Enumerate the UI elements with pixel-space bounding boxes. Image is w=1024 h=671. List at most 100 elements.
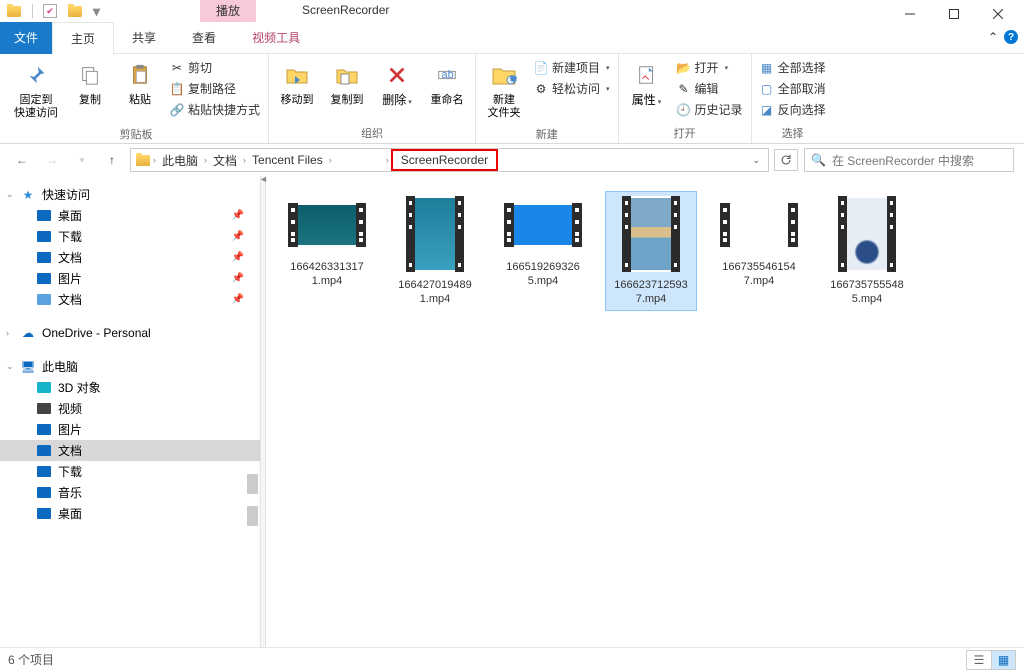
- sidebar-item[interactable]: 下载📌: [0, 226, 260, 247]
- details-view-button[interactable]: ☰: [967, 651, 991, 669]
- folder-icon: [135, 153, 151, 167]
- sidebar-item[interactable]: 文档📌: [0, 289, 260, 310]
- moveto-button[interactable]: 移动到: [273, 56, 321, 111]
- minimize-button[interactable]: [888, 0, 932, 28]
- copypath-button[interactable]: 📋复制路径: [166, 79, 264, 98]
- edit-button[interactable]: ✎编辑: [673, 79, 747, 98]
- crumb-thispc[interactable]: 此电脑: [158, 150, 202, 171]
- copyto-button[interactable]: 复制到: [323, 56, 371, 111]
- sidebar-item[interactable]: 桌面📌: [0, 205, 260, 226]
- crumb-hidden[interactable]: [334, 158, 384, 162]
- chevron-right-icon[interactable]: ›: [329, 155, 332, 165]
- sidebar-item[interactable]: 图片📌: [0, 268, 260, 289]
- tab-video-tools[interactable]: 视频工具: [234, 22, 318, 54]
- sidebar-item[interactable]: 视频: [0, 398, 260, 419]
- refresh-button[interactable]: [774, 149, 798, 171]
- pin-icon: 📌: [232, 231, 244, 242]
- item-count: 6 个项目: [8, 651, 54, 668]
- sidebar-item[interactable]: 3D 对象: [0, 377, 260, 398]
- sidebar-item[interactable]: 文档📌: [0, 247, 260, 268]
- history-button[interactable]: 🕘历史记录: [673, 100, 747, 119]
- pic-icon: [36, 423, 52, 437]
- delete-button[interactable]: 删除▾: [373, 56, 421, 113]
- address-dropdown-icon[interactable]: ⌄: [748, 155, 764, 166]
- paste-button[interactable]: 粘贴: [116, 56, 164, 111]
- easyaccess-icon: ⚙: [534, 82, 548, 96]
- maximize-button[interactable]: [932, 0, 976, 28]
- selectall-icon: ▦: [760, 61, 774, 75]
- address-bar[interactable]: › 此电脑 › 文档 › Tencent Files › › ScreenRec…: [130, 148, 769, 172]
- invert-button[interactable]: ◪反向选择: [756, 100, 830, 119]
- folder-icon[interactable]: [67, 4, 83, 18]
- file-item[interactable]: 1665192693265.mp4: [498, 192, 588, 310]
- up-button[interactable]: ↑: [100, 148, 124, 172]
- back-button[interactable]: ←: [10, 148, 34, 172]
- pin-label: 固定到 快速访问: [14, 94, 58, 120]
- edit-icon: ✎: [677, 82, 691, 96]
- chevron-right-icon[interactable]: ›: [204, 155, 207, 165]
- pin-icon: 📌: [232, 273, 244, 284]
- history-dropdown[interactable]: ▾: [70, 148, 94, 172]
- tab-share[interactable]: 共享: [114, 22, 174, 54]
- cut-button[interactable]: ✂剪切: [166, 58, 264, 77]
- file-name: 1667357555485.mp4: [826, 278, 908, 306]
- tab-file[interactable]: 文件: [0, 22, 52, 54]
- icons-view-button[interactable]: ▦: [991, 651, 1015, 669]
- selectnone-button[interactable]: ▢全部取消: [756, 79, 830, 98]
- qat-divider: [32, 4, 33, 18]
- crumb-documents[interactable]: 文档: [209, 150, 241, 171]
- sidebar-quickaccess[interactable]: ⌄★快速访问: [0, 184, 260, 205]
- crumb-tencent[interactable]: Tencent Files: [248, 151, 327, 169]
- tab-view[interactable]: 查看: [174, 22, 234, 54]
- cube-icon: [36, 381, 52, 395]
- help-icon[interactable]: ?: [1004, 30, 1018, 44]
- scroll-thumb[interactable]: [247, 474, 258, 494]
- file-name: 1667355461547.mp4: [718, 260, 800, 288]
- easyaccess-button[interactable]: ⚙轻松访问▾: [530, 79, 614, 98]
- chevron-right-icon[interactable]: ›: [243, 155, 246, 165]
- newitem-button[interactable]: 📄新建项目▾: [530, 58, 614, 77]
- file-thumbnail: [828, 196, 906, 272]
- sidebar-item[interactable]: 图片: [0, 419, 260, 440]
- file-list[interactable]: 1664263313171.mp4 1664270194891.mp4 1665…: [266, 176, 1024, 647]
- pane-splitter[interactable]: [260, 176, 266, 647]
- sidebar-thispc[interactable]: ⌄🖥此电脑: [0, 356, 260, 377]
- file-name: 1666237125937.mp4: [610, 278, 692, 306]
- close-button[interactable]: [976, 0, 1020, 28]
- copy-icon: [75, 60, 105, 90]
- pastelink-button[interactable]: 🔗粘贴快捷方式: [166, 100, 264, 119]
- selectall-button[interactable]: ▦全部选择: [756, 58, 830, 77]
- pin-icon: 📌: [232, 210, 244, 221]
- file-item[interactable]: 1666237125937.mp4: [606, 192, 696, 310]
- sidebar-scrollbar[interactable]: [245, 176, 260, 647]
- sidebar-item[interactable]: 文档: [0, 440, 260, 461]
- properties-button[interactable]: 属性▾: [623, 56, 671, 113]
- newfolder-button[interactable]: ✹ 新建 文件夹: [480, 56, 528, 124]
- file-item[interactable]: 1667355461547.mp4: [714, 192, 804, 310]
- crumb-screenrecorder[interactable]: ScreenRecorder: [391, 149, 498, 171]
- filedoc-icon: [36, 293, 52, 307]
- open-button[interactable]: 📂打开▾: [673, 58, 747, 77]
- file-item[interactable]: 1664270194891.mp4: [390, 192, 480, 310]
- sidebar-onedrive[interactable]: ›☁OneDrive - Personal: [0, 324, 260, 342]
- pin-quickaccess-button[interactable]: 固定到 快速访问: [8, 56, 64, 124]
- sidebar-item[interactable]: 音乐: [0, 482, 260, 503]
- scroll-thumb[interactable]: [247, 506, 258, 526]
- chevron-right-icon[interactable]: ›: [386, 155, 389, 165]
- pic-icon: [36, 272, 52, 286]
- sidebar-item[interactable]: 下载: [0, 461, 260, 482]
- chevron-right-icon[interactable]: ›: [153, 155, 156, 165]
- copy-button[interactable]: 复制: [66, 56, 114, 111]
- search-input[interactable]: 🔍 在 ScreenRecorder 中搜索: [804, 148, 1014, 172]
- delete-icon: [382, 60, 412, 90]
- qat-properties-icon[interactable]: [43, 4, 57, 18]
- rename-button[interactable]: ab 重命名: [423, 56, 471, 111]
- file-item[interactable]: 1664263313171.mp4: [282, 192, 372, 310]
- file-item[interactable]: 1667357555485.mp4: [822, 192, 912, 310]
- forward-button[interactable]: →: [40, 148, 64, 172]
- navigation-pane: ⌄★快速访问桌面📌下载📌文档📌图片📌文档📌›☁OneDrive - Person…: [0, 176, 260, 647]
- tab-home[interactable]: 主页: [52, 22, 114, 54]
- sidebar-item[interactable]: 桌面: [0, 503, 260, 524]
- qat-customize-icon[interactable]: ▾: [93, 3, 100, 20]
- ribbon-collapse-icon[interactable]: ⌃: [988, 30, 998, 44]
